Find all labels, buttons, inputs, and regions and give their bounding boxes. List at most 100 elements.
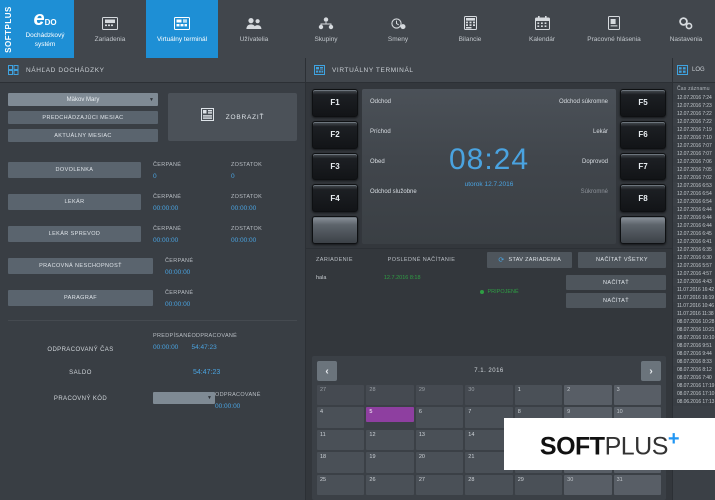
terminal-label-f2: Príchod (370, 129, 391, 135)
calendar-day[interactable]: 2 (564, 385, 611, 405)
app-window: SOFTPLUS eDO Dochádzkový systém Zariaden… (0, 0, 715, 500)
calendar-header: ‹ 7.1. 2016 › (317, 361, 661, 381)
terminal-label-f6: Lekár (593, 129, 608, 135)
stat-key: ČERPANÉ (165, 258, 237, 264)
calendar-day[interactable]: 20 (416, 452, 463, 472)
group-tree-icon (318, 13, 334, 33)
calendar-day[interactable]: 11 (317, 430, 364, 450)
log-entry: 12.07.2016 7:24 (673, 94, 715, 102)
device-last-read: 12.7.2016 8:18 (384, 275, 480, 308)
stat-value: 00:00:00 (153, 237, 219, 244)
current-month-button[interactable]: AKTUÁLNY MESIAC (8, 129, 158, 142)
nav-item-pracovne-hlasenia[interactable]: Pracovné hlásenia (578, 0, 650, 58)
device-state-label: STAV ZARIADENIA (509, 257, 562, 263)
calendar-day[interactable]: 30 (564, 475, 611, 495)
stat-drawn: ČERPANÉ 0 (141, 162, 219, 180)
calendar-day[interactable]: 30 (465, 385, 512, 405)
calendar-day[interactable]: 27 (317, 385, 364, 405)
log-entry: 12.07.2016 7:22 (673, 110, 715, 118)
terminal-key-f6[interactable]: F6 (620, 121, 666, 149)
terminal-key-f3[interactable]: F3 (312, 153, 358, 181)
nav-item-zariadenia[interactable]: Zariadenia (74, 0, 146, 58)
terminal-key-f7[interactable]: F7 (620, 153, 666, 181)
stat-key: PREDPÍSANÉ (153, 333, 191, 339)
previous-month-button[interactable]: PREDCHÁDZAJÚCI MESIAC (8, 111, 158, 124)
log-entry: 12.07.2016 6:54 (673, 198, 715, 206)
attendance-panel-title: NÁHĽAD DOCHÁDZKY (26, 67, 105, 74)
nav-item-bilancie[interactable]: Bilancie (434, 0, 506, 58)
log-entry: 08.07.2016 8:12 (673, 366, 715, 374)
attendance-stats: DOVOLENKA ČERPANÉ 0 ZOSTATOK 0 LEKÁR ČER… (0, 146, 305, 308)
chevron-down-icon: ▼ (207, 395, 212, 401)
calendar-day[interactable]: 1 (515, 385, 562, 405)
nav-item-uzivatelia[interactable]: Užívatelia (218, 0, 290, 58)
calendar-day[interactable]: 28 (366, 385, 413, 405)
nav-label: Užívatelia (240, 36, 269, 44)
calendar-day[interactable]: 31 (614, 475, 661, 495)
terminal-key-f8[interactable]: F8 (620, 184, 666, 212)
calendar-day[interactable]: 29 (515, 475, 562, 495)
attendance-control-buttons: Mäkov Mary ▼ PREDCHÁDZAJÚCI MESIAC AKTUÁ… (8, 93, 158, 142)
stat-label[interactable]: PARAGRAF (8, 290, 153, 306)
nav-item-skupiny[interactable]: Skupiny (290, 0, 362, 58)
terminal-key-extra-left[interactable] (312, 216, 358, 244)
calendar-next-button[interactable]: › (641, 361, 661, 381)
calendar-day-selected[interactable]: 5 (366, 407, 413, 422)
read-all-button[interactable]: NAČÍTAŤ VŠETKY (578, 252, 666, 268)
stat-value: 54:47:23 (191, 344, 237, 351)
stat-key: ZOSTATOK (231, 226, 297, 232)
log-entry: 08.07.2016 9:51 (673, 342, 715, 350)
nav-item-dochadzkovy-system[interactable]: eDO Dochádzkový systém (16, 0, 74, 58)
calendar-day[interactable]: 25 (317, 475, 364, 495)
device-state-tab[interactable]: ⟳ STAV ZARIADENIA (487, 252, 572, 268)
section-divider (8, 320, 297, 321)
read-device-button-secondary[interactable]: NAČÍTAŤ (566, 293, 666, 308)
calendar-day[interactable]: 19 (366, 452, 413, 472)
nav-item-smeny[interactable]: Smeny (362, 0, 434, 58)
calendar-day[interactable]: 12 (366, 430, 413, 450)
terminal-icon (314, 65, 325, 75)
calendar-day[interactable]: 3 (614, 385, 661, 405)
terminal-label-f7: Doprovod (582, 159, 608, 165)
calendar-day[interactable]: 29 (416, 385, 463, 405)
terminal-key-f5[interactable]: F5 (620, 89, 666, 117)
stat-label[interactable]: LEKÁR SPREVOD (8, 226, 141, 242)
calendar-day[interactable]: 27 (416, 475, 463, 495)
stat-value: 0 (153, 173, 219, 180)
calendar-day[interactable]: 6 (416, 407, 463, 427)
attendance-panel-header: NÁHĽAD DOCHÁDZKY (0, 58, 305, 83)
nav-item-virtualny-terminal[interactable]: Virtuálny terminál (146, 0, 218, 58)
terminal-key-f1[interactable]: F1 (312, 89, 358, 117)
device-state-text: PRIPOJENÉ (488, 289, 519, 295)
edo-logo-icon: eDO (33, 9, 56, 29)
user-select[interactable]: Mäkov Mary ▼ (8, 93, 158, 106)
log-entries[interactable]: 12.07.2016 7:24 12.07.2016 7:23 12.07.20… (673, 94, 715, 406)
stat-label[interactable]: DOVOLENKA (8, 162, 141, 178)
read-device-button[interactable]: NAČÍTAŤ (566, 275, 666, 290)
calendar-day[interactable]: 4 (317, 407, 364, 427)
calendar-day[interactable]: 28 (465, 475, 512, 495)
log-entry: 12.07.2016 6:44 (673, 206, 715, 214)
watermark-light: PLUS (605, 432, 668, 460)
calendar-day[interactable]: 18 (317, 452, 364, 472)
calendar-prev-button[interactable]: ‹ (317, 361, 337, 381)
calendar-day[interactable]: 13 (416, 430, 463, 450)
terminal-panel-header: VIRTUÁLNY TERMINÁL (306, 58, 672, 83)
stat-label[interactable]: LEKÁR (8, 194, 141, 210)
devices-table: ZARIADENIE POSLEDNÉ NAČÍTANIE ⟳ STAV ZAR… (306, 252, 672, 308)
nav-item-kalendar[interactable]: Kalendár (506, 0, 578, 58)
stat-label[interactable]: PRACOVNÁ NESCHOPNOSŤ (8, 258, 153, 274)
gears-icon (678, 13, 694, 33)
terminal-label-f8: Súkromné (581, 189, 608, 195)
terminal-key-extra-right[interactable] (620, 216, 666, 244)
show-button[interactable]: ZOBRAZIŤ (168, 93, 297, 141)
log-entry: 12.07.2016 5:57 (673, 262, 715, 270)
terminal-key-f4[interactable]: F4 (312, 184, 358, 212)
log-entry: 12.07.2016 6:45 (673, 230, 715, 238)
nav-item-nastavenia[interactable]: Nastavenia (650, 0, 715, 58)
log-entry: 08.07.2016 10:21 (673, 326, 715, 334)
calendar-day[interactable]: 26 (366, 475, 413, 495)
work-code-select[interactable]: ▼ (153, 392, 215, 404)
nav-label: Skupiny (314, 36, 337, 44)
terminal-key-f2[interactable]: F2 (312, 121, 358, 149)
